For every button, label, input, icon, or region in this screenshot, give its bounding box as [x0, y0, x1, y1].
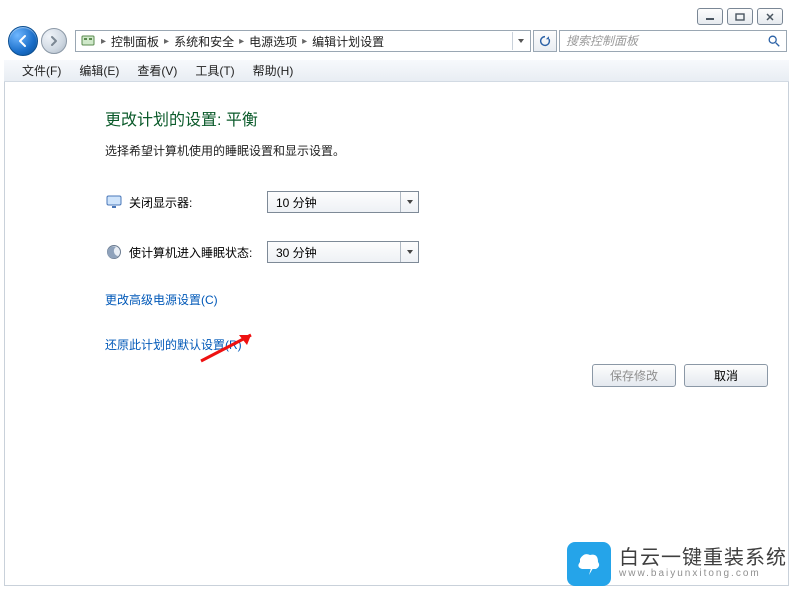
control-panel-icon [80, 33, 96, 49]
content-pane: 更改计划的设置: 平衡 选择希望计算机使用的睡眠设置和显示设置。 关闭显示器: … [4, 82, 789, 586]
chevron-right-icon: ▸ [99, 36, 108, 47]
close-button[interactable] [757, 8, 783, 25]
watermark: 白云一键重装系统 www.baiyunxitong.com [567, 542, 787, 586]
field-display-off-label: 关闭显示器: [129, 194, 267, 211]
menu-edit[interactable]: 编辑(E) [71, 60, 127, 81]
field-display-off: 关闭显示器: 10 分钟 [105, 191, 766, 213]
sleep-dropdown[interactable]: 30 分钟 [267, 241, 419, 263]
menu-view[interactable]: 查看(V) [129, 60, 185, 81]
link-advanced-settings[interactable]: 更改高级电源设置(C) [105, 293, 218, 307]
page-description: 选择希望计算机使用的睡眠设置和显示设置。 [105, 142, 766, 159]
save-button[interactable]: 保存修改 [592, 364, 676, 387]
breadcrumb-system-security[interactable]: 系统和安全 [174, 33, 234, 50]
chevron-down-icon [400, 192, 418, 212]
watermark-title: 白云一键重装系统 [619, 548, 787, 569]
breadcrumb-control-panel[interactable]: 控制面板 [111, 33, 159, 50]
field-sleep-label: 使计算机进入睡眠状态: [129, 244, 267, 261]
search-box[interactable] [559, 30, 787, 52]
field-sleep: 使计算机进入睡眠状态: 30 分钟 [105, 241, 766, 263]
menu-file[interactable]: 文件(F) [14, 60, 69, 81]
display-off-value: 10 分钟 [276, 194, 317, 211]
display-off-dropdown[interactable]: 10 分钟 [267, 191, 419, 213]
search-input[interactable] [564, 33, 766, 49]
refresh-button[interactable] [533, 30, 557, 52]
nav-back-button[interactable] [8, 26, 38, 56]
page-title: 更改计划的设置: 平衡 [105, 106, 766, 130]
breadcrumb-edit-plan[interactable]: 编辑计划设置 [312, 33, 384, 50]
nav-forward-button[interactable] [41, 28, 67, 54]
link-restore-defaults[interactable]: 还原此计划的默认设置(R) [105, 338, 242, 352]
monitor-icon [105, 193, 123, 211]
moon-icon [105, 243, 123, 261]
chevron-right-icon: ▸ [300, 36, 309, 47]
chevron-right-icon: ▸ [162, 36, 171, 47]
chevron-right-icon: ▸ [237, 36, 246, 47]
menu-tools[interactable]: 工具(T) [187, 60, 242, 81]
menu-bar: 文件(F) 编辑(E) 查看(V) 工具(T) 帮助(H) [4, 60, 789, 82]
maximize-button[interactable] [727, 8, 753, 25]
menu-help[interactable]: 帮助(H) [245, 60, 302, 81]
cancel-button[interactable]: 取消 [684, 364, 768, 387]
breadcrumb-power-options[interactable]: 电源选项 [249, 33, 297, 50]
address-dropdown-button[interactable] [512, 32, 528, 50]
sleep-value: 30 分钟 [276, 244, 317, 261]
chevron-down-icon [400, 242, 418, 262]
watermark-url: www.baiyunxitong.com [619, 569, 787, 580]
address-bar[interactable]: ▸ 控制面板 ▸ 系统和安全 ▸ 电源选项 ▸ 编辑计划设置 [75, 30, 531, 52]
watermark-logo-icon [567, 542, 611, 586]
minimize-button[interactable] [697, 8, 723, 25]
search-icon[interactable] [766, 33, 782, 49]
